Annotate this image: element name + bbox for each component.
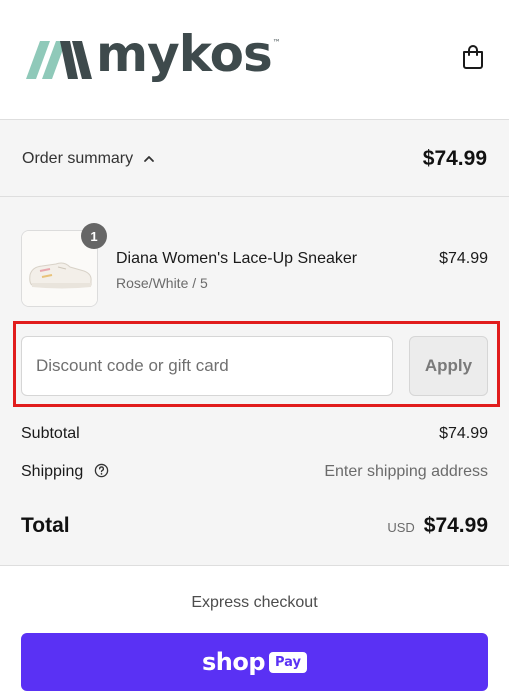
shop-pay-pill: Pay xyxy=(269,651,308,673)
shipping-value: Enter shipping address xyxy=(324,463,488,480)
subtotal-value: $74.99 xyxy=(439,425,488,442)
currency-code: USD xyxy=(387,520,415,535)
shipping-label: Shipping xyxy=(21,463,84,480)
total-amount-group: USD $74.99 xyxy=(387,514,488,538)
mykos-logo-mark-icon xyxy=(26,41,92,79)
help-circle-icon[interactable] xyxy=(94,463,109,478)
order-summary-panel: Order summary $74.99 1 Diana Women's Lac… xyxy=(0,120,509,566)
express-checkout-label: Express checkout xyxy=(191,594,318,611)
product-variant: Rose/White / 5 xyxy=(116,275,208,291)
quantity-badge: 1 xyxy=(81,223,107,249)
brand-logo[interactable]: mykos ™ xyxy=(24,25,281,90)
total-label: Total xyxy=(21,514,70,537)
line-item: 1 Diana Women's Lace-Up Sneaker Rose/Whi… xyxy=(21,223,488,310)
product-price: $74.99 xyxy=(439,250,488,267)
order-summary-total: $74.99 xyxy=(422,147,487,170)
total-row: Total USD $74.99 xyxy=(21,514,488,538)
brand-name: mykos ™ xyxy=(96,25,281,83)
discount-code-input[interactable] xyxy=(21,336,393,396)
order-summary-label: Order summary xyxy=(22,150,155,168)
subtotal-label: Subtotal xyxy=(21,425,80,442)
chevron-up-icon xyxy=(144,156,155,162)
trademark-symbol: ™ xyxy=(272,38,281,47)
header: mykos ™ xyxy=(0,0,509,120)
shop-pay-button[interactable]: shop Pay xyxy=(21,633,488,691)
shipping-label-group: Shipping xyxy=(21,463,109,481)
subtotal-row: Subtotal $74.99 xyxy=(21,425,488,443)
cart-button[interactable] xyxy=(459,42,487,72)
shipping-row: Shipping Enter shipping address xyxy=(21,463,488,481)
total-value: $74.99 xyxy=(423,514,488,537)
order-summary-toggle[interactable]: Order summary $74.99 xyxy=(0,120,509,197)
apply-discount-button[interactable]: Apply xyxy=(409,336,488,396)
product-name: Diana Women's Lace-Up Sneaker xyxy=(116,250,358,267)
shopping-bag-icon xyxy=(463,45,483,69)
shop-pay-wordmark: shop xyxy=(201,648,266,676)
